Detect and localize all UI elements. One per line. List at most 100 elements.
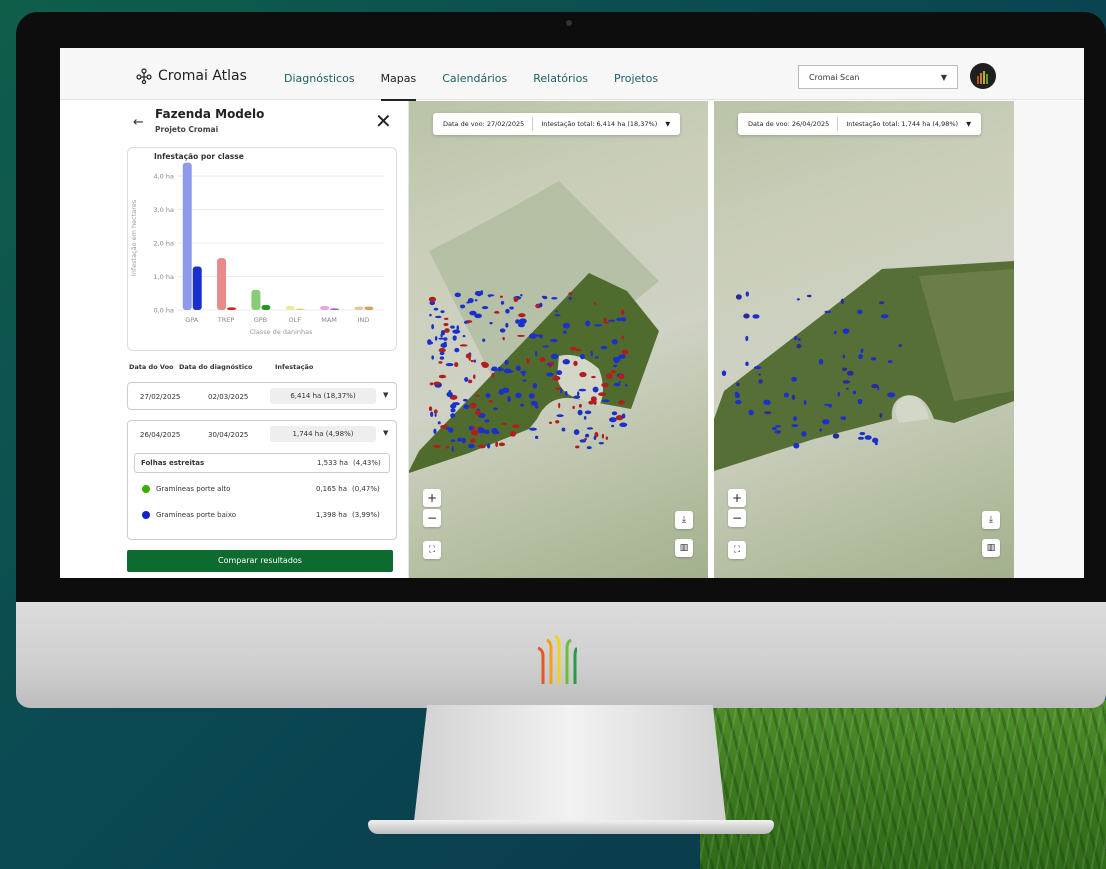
infestation-spot — [764, 411, 772, 415]
breakdown-group[interactable]: Folhas estreitas 1,533 ha (4,43%) — [134, 453, 390, 473]
infestation-spot — [735, 294, 742, 300]
bar — [330, 308, 340, 310]
infestation-spot — [877, 386, 880, 391]
infestation-spot — [842, 328, 850, 334]
x-tick-label: GPA — [185, 316, 199, 324]
infestation-spot — [621, 335, 625, 340]
infestation-spot — [550, 338, 558, 343]
back-arrow-icon[interactable]: ← — [133, 115, 144, 130]
infestation-spot — [745, 361, 749, 366]
infestation-spot — [857, 398, 863, 405]
project-name: Projeto Cromai — [155, 125, 219, 134]
nav-diagnosticos[interactable]: Diagnósticos — [284, 72, 355, 101]
infestation-spot — [450, 325, 455, 329]
infestation-spot — [444, 317, 449, 320]
zoom-out-button[interactable]: − — [728, 509, 746, 527]
infestation-spot — [522, 379, 527, 382]
infestation-spot — [433, 444, 441, 448]
brand[interactable]: Cromai Atlas — [136, 68, 247, 84]
expand-caret-icon[interactable]: ▼ — [383, 391, 388, 399]
infestation-spot — [618, 354, 626, 359]
fit-view-icon[interactable]: ⛶ — [423, 541, 441, 559]
close-icon[interactable]: ✕ — [375, 109, 392, 133]
infestation-spot — [603, 321, 610, 324]
zoom-out-button[interactable]: − — [423, 509, 441, 527]
flight-info-left[interactable]: Data de voo: 27/02/2025 Intestação total… — [433, 113, 681, 135]
infestation-spot — [485, 393, 491, 399]
infestation-spot — [562, 322, 571, 329]
infestation-spot — [610, 370, 617, 374]
infestation-spot — [428, 296, 437, 303]
infestation-spot — [534, 404, 539, 409]
infestation-spot — [601, 382, 609, 388]
map-layers-icon[interactable]: ▥ — [675, 539, 693, 557]
x-tick-label: OLF — [288, 316, 301, 324]
infestation-spot — [763, 399, 771, 405]
infestation-spot — [872, 437, 879, 444]
collapse-caret-icon[interactable]: ▼ — [383, 429, 388, 437]
infestation-spot — [474, 299, 478, 302]
infestation-spot — [822, 419, 830, 425]
infestation-spot — [879, 301, 885, 305]
infestation-spot — [591, 375, 596, 379]
breakdown-item: Gramíneas porte alto 0,165 ha (0,47%) — [142, 485, 386, 493]
nav-relatorios[interactable]: Relatórios — [533, 72, 588, 101]
avatar-logo-icon — [977, 71, 988, 84]
diagnosis-row-expanded[interactable]: 26/04/2025 30/04/2025 1,744 ha (4,98%) ▼… — [127, 420, 397, 540]
infestation-spot — [594, 356, 599, 359]
infestation-spot — [434, 413, 437, 417]
monitor-stand — [413, 705, 727, 825]
nav-calendarios[interactable]: Calendários — [442, 72, 507, 101]
infestation-value: 1,744 ha (4,98%) — [270, 426, 376, 442]
infestation-spot — [605, 436, 609, 440]
nav-projetos[interactable]: Projetos — [614, 72, 658, 101]
user-avatar[interactable] — [970, 63, 996, 89]
infestation-spot — [562, 359, 570, 365]
infestation-spot — [517, 322, 525, 328]
infestation-spot — [852, 390, 857, 395]
infestation-spot — [611, 339, 618, 345]
infestation-spot — [493, 407, 498, 411]
map-layers-icon[interactable]: ▥ — [982, 539, 1000, 557]
download-icon[interactable]: ⤓ — [982, 511, 1000, 529]
zoom-in-button[interactable]: + — [728, 489, 746, 507]
infestation-spot — [583, 416, 587, 420]
infestation-spot — [796, 298, 800, 301]
infestation-spot — [433, 409, 438, 414]
infestation-spot — [614, 359, 619, 364]
infestation-spot — [585, 320, 591, 327]
infestation-spot — [444, 328, 450, 333]
flight-info-right[interactable]: Data de voo: 26/04/2025 Intestação total… — [738, 113, 982, 135]
infestation-spot — [520, 293, 523, 297]
bar — [227, 307, 237, 310]
infestation-spot — [573, 395, 581, 399]
zoom-in-button[interactable]: + — [423, 489, 441, 507]
infestation-spot — [558, 402, 561, 409]
compare-results-button[interactable]: Comparar resultados — [127, 550, 393, 572]
infestation-spot — [454, 292, 461, 298]
map-right[interactable]: Data de voo: 26/04/2025 Intestação total… — [714, 101, 1014, 578]
infestation-spot — [611, 424, 615, 428]
diagnosis-row[interactable]: 27/02/2025 02/03/2025 6,414 ha (18,37%) … — [127, 382, 397, 410]
fit-view-icon[interactable]: ⛶ — [728, 541, 746, 559]
infestation-spot — [450, 413, 456, 418]
infestation-spot — [735, 392, 740, 399]
app-screen: Cromai Atlas Diagnósticos Mapas Calendár… — [60, 48, 1084, 578]
nav-mapas[interactable]: Mapas — [380, 72, 417, 101]
download-icon[interactable]: ⤓ — [675, 511, 693, 529]
product-select[interactable]: Cromai Scan ▼ — [798, 65, 958, 89]
infestation-spot — [783, 392, 789, 398]
infestation-spot — [464, 377, 469, 382]
group-pct: (4,43%) — [353, 459, 381, 467]
infestation-spot — [621, 349, 629, 355]
infestation-spot — [887, 392, 896, 398]
infestation-spot — [592, 386, 599, 393]
x-tick-label: IND — [358, 316, 370, 324]
infestation-spot — [474, 290, 481, 296]
infestation-spot — [845, 387, 849, 390]
item-value: 1,398 ha — [316, 511, 347, 519]
infestation-spot — [539, 357, 546, 363]
class-color-swatch — [142, 511, 150, 519]
infestation-spot — [735, 400, 742, 405]
map-left[interactable]: Data de voo: 27/02/2025 Intestação total… — [409, 101, 708, 578]
